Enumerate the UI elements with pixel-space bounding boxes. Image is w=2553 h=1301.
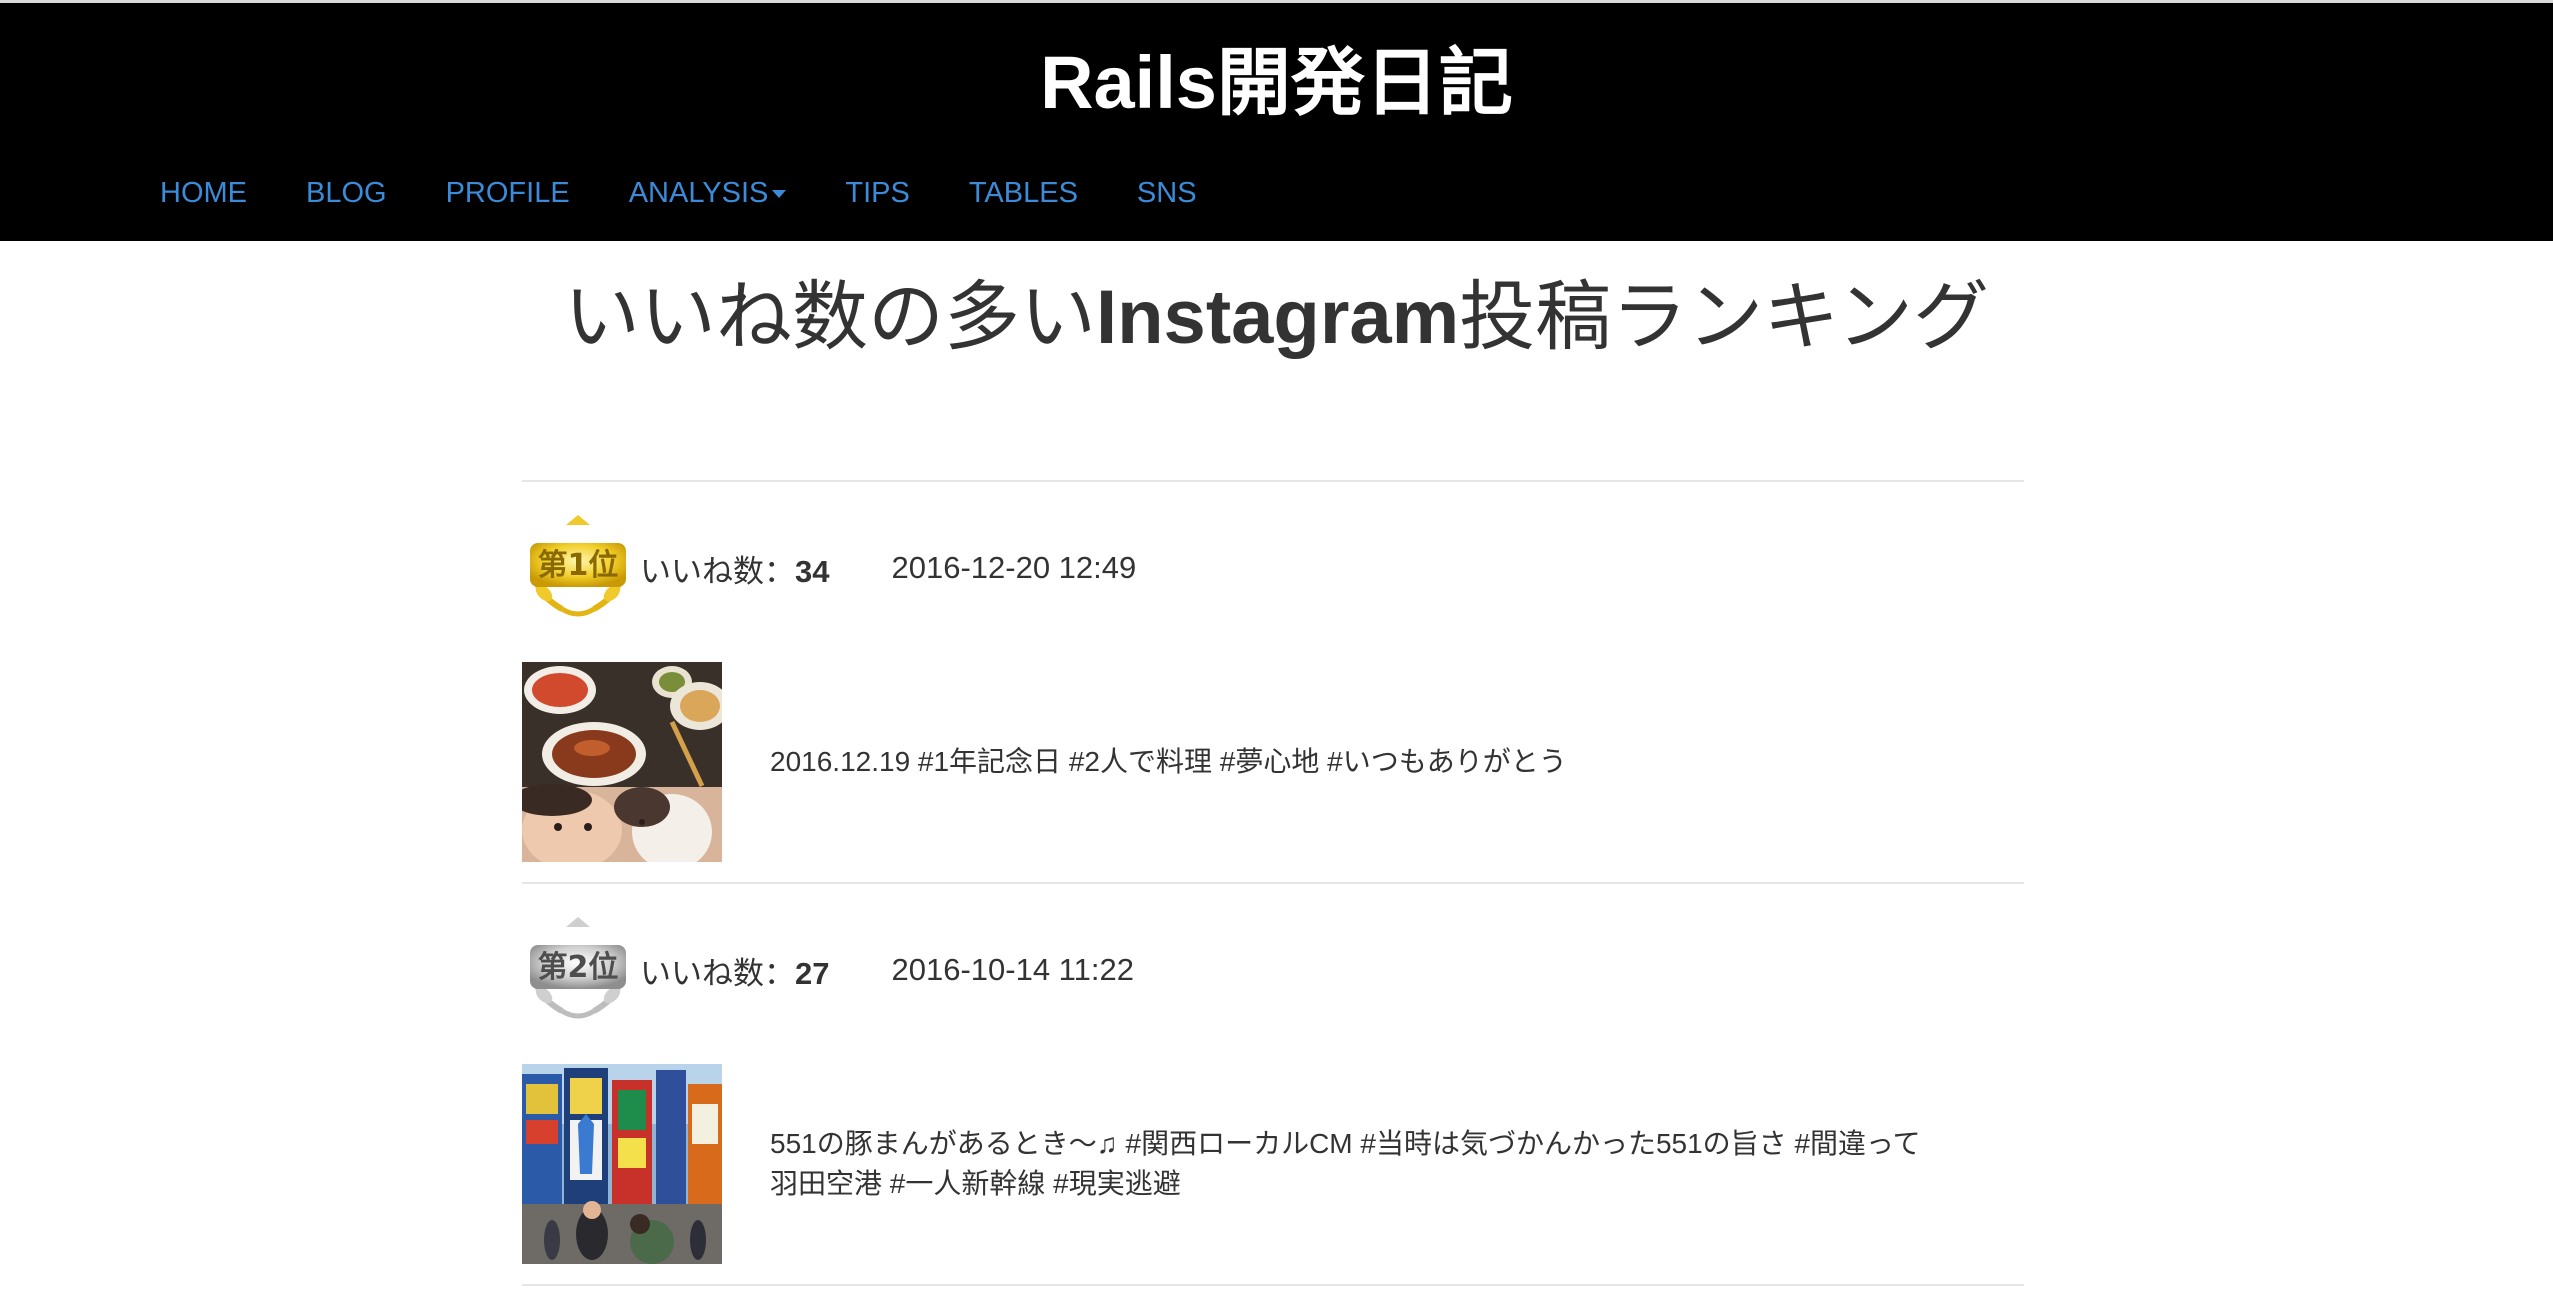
divider: [522, 1284, 2024, 1286]
post-2-body: 551の豚まんがあるとき〜♫ #関西ローカルCM #当時は気づかんかった551の…: [522, 1064, 2030, 1264]
nav-tables[interactable]: TABLES: [969, 177, 1078, 210]
nav-tips-label: TIPS: [845, 176, 910, 209]
site-header: Rails開発日記 HOME BLOG PROFILE ANALYSIS TIP…: [0, 3, 2553, 241]
divider: [522, 882, 2024, 884]
nav-home[interactable]: HOME: [160, 177, 247, 210]
page-title-prefix: いいね数の多い: [564, 275, 1097, 360]
nav-profile[interactable]: PROFILE: [446, 177, 570, 210]
likes-count-1: いいね数：34: [640, 546, 829, 591]
post-caption-2-line1: 551の豚まんがあるとき〜♫ #関西ローカルCM #当時は気づかんかった551の…: [770, 1128, 1921, 1159]
nav-analysis-dropdown[interactable]: ANALYSIS: [629, 177, 787, 210]
nav-sns-label: SNS: [1136, 176, 1197, 209]
caret-down-icon: [772, 190, 787, 198]
post-caption-2-line2: 羽田空港 #一人新幹線 #現実逃避: [770, 1168, 1181, 1199]
nav-analysis-label: ANALYSIS: [628, 176, 769, 209]
post-caption-2: 551の豚まんがあるとき〜♫ #関西ローカルCM #当時は気づかんかった551の…: [770, 1124, 2030, 1204]
post-caption-1: 2016.12.19 #1年記念日 #2人で料理 #夢心地 #いつもありがとう: [770, 746, 1567, 777]
divider: [522, 480, 2024, 482]
nav-sns[interactable]: SNS: [1137, 177, 1197, 210]
nav-blog-label: BLOG: [306, 176, 387, 209]
gold-medal-icon: 第1位: [522, 513, 634, 623]
main-nav: HOME BLOG PROFILE ANALYSIS TIPS TABLES S…: [160, 168, 1256, 218]
food-photo-thumbnail[interactable]: [522, 662, 722, 862]
likes-label: いいね数：: [640, 553, 795, 589]
post-2-header: 第2位 いいね数：27 2016-10-14 11:22: [522, 915, 1134, 1025]
page-title-instagram: Instagram: [1096, 275, 1460, 360]
nav-tips[interactable]: TIPS: [845, 177, 909, 210]
likes-count-2: いいね数：27: [640, 948, 829, 993]
page-title: いいね数の多いInstagram投稿ランキング: [0, 268, 2553, 368]
post-1-body: 2016.12.19 #1年記念日 #2人で料理 #夢心地 #いつもありがとう: [522, 662, 2030, 862]
nav-blog[interactable]: BLOG: [306, 177, 387, 210]
post-datetime-2: 2016-10-14 11:22: [891, 952, 1134, 987]
nav-tables-label: TABLES: [968, 176, 1078, 209]
site-title[interactable]: Rails開発日記: [0, 33, 2553, 133]
likes-label: いいね数：: [640, 955, 795, 991]
silver-medal-icon: 第2位: [522, 915, 634, 1025]
rank-badge-1-text: 第1位: [538, 548, 619, 583]
likes-value: 34: [795, 553, 830, 589]
likes-value: 27: [795, 955, 830, 991]
rank-badge-2-text: 第2位: [538, 950, 619, 985]
nav-profile-label: PROFILE: [445, 176, 570, 209]
nav-home-label: HOME: [160, 176, 247, 209]
post-1-header: 第1位 いいね数：34 2016-12-20 12:49: [522, 513, 1136, 623]
post-datetime-1: 2016-12-20 12:49: [891, 550, 1137, 585]
city-photo-thumbnail[interactable]: [522, 1064, 722, 1264]
page-title-suffix: 投稿ランキング: [1459, 275, 1989, 360]
